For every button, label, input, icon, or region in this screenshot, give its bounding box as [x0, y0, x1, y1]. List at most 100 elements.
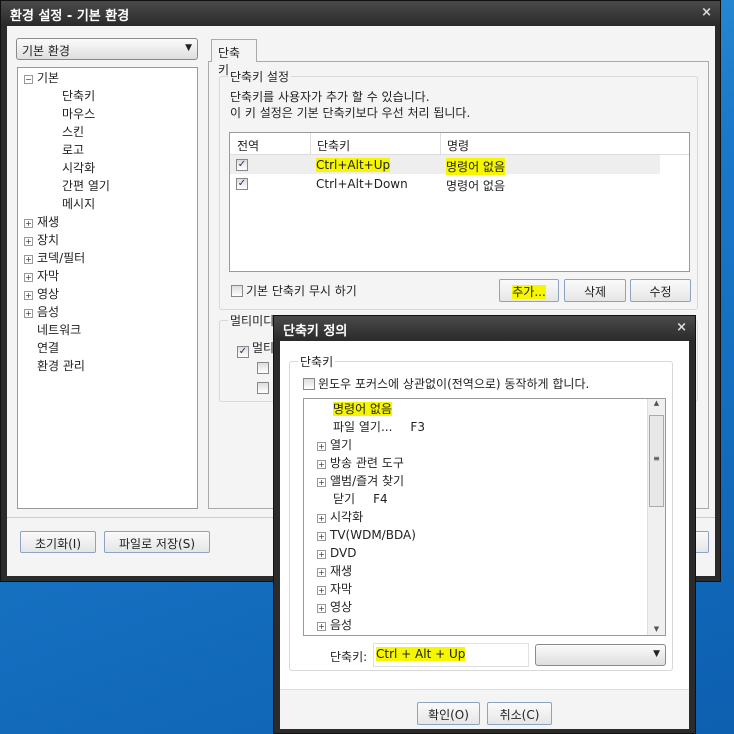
category-select[interactable]: 기본 환경 ▼: [16, 38, 198, 60]
tree-item[interactable]: 네트워크: [24, 321, 191, 339]
command-item[interactable]: + 음성: [308, 616, 661, 634]
tree-item[interactable]: + 재생: [24, 213, 191, 231]
tree-subitem[interactable]: 스킨: [24, 123, 191, 141]
command-item[interactable]: 닫기 F4: [308, 490, 661, 508]
tab-shortcuts[interactable]: 단축키: [211, 39, 257, 77]
scroll-down-icon[interactable]: ▼: [648, 625, 665, 633]
command-label: 파일 열기...: [333, 420, 393, 434]
cancel-button[interactable]: 취소(C): [487, 702, 552, 725]
expand-icon[interactable]: +: [24, 219, 33, 228]
command-item[interactable]: + 영상: [308, 598, 661, 616]
settings-tree[interactable]: − 기본 단축키 마우스 스킨 로고 시각화 간편 열기 메시지 + 재생 + 장치 + 코덱/필터 + 자막 +…: [17, 67, 198, 509]
expand-icon[interactable]: +: [317, 532, 326, 541]
tree-item[interactable]: 연결: [24, 339, 191, 357]
tree-item[interactable]: 환경 관리: [24, 357, 191, 375]
collapse-icon[interactable]: −: [24, 75, 33, 84]
command-item[interactable]: + 방송 관련 도구: [308, 454, 661, 472]
shortcut-combo[interactable]: ▼: [535, 644, 666, 666]
tree-item[interactable]: + 자막: [24, 267, 191, 285]
expand-icon[interactable]: +: [24, 255, 33, 264]
command-item[interactable]: 파일 열기... F3: [308, 418, 661, 436]
expand-icon[interactable]: +: [317, 604, 326, 613]
expand-icon[interactable]: +: [317, 622, 326, 631]
edit-button[interactable]: 수정: [630, 279, 691, 302]
close-icon[interactable]: ×: [701, 5, 712, 20]
shortcut-input[interactable]: Ctrl + Alt + Up: [373, 643, 529, 667]
command-item[interactable]: + 자막: [308, 580, 661, 598]
tree-item-label: 재생: [37, 215, 60, 229]
close-icon[interactable]: ×: [676, 320, 687, 335]
tree-subitem[interactable]: 로고: [24, 141, 191, 159]
scrollbar[interactable]: ▲ ≡ ▼: [647, 399, 665, 635]
delete-button[interactable]: 삭제: [564, 279, 626, 302]
title-bar: 환경 설정 - 기본 환경 ×: [1, 1, 720, 26]
expand-icon[interactable]: +: [317, 460, 326, 469]
checkbox-icon: [231, 285, 243, 297]
tree-item-label: 연결: [37, 341, 60, 355]
command-item[interactable]: + TV(WDM/BDA): [308, 526, 661, 544]
command-item[interactable]: + 재생: [308, 562, 661, 580]
tree-item[interactable]: + 장치: [24, 231, 191, 249]
global-checkbox[interactable]: ✓: [236, 159, 248, 171]
scroll-up-icon[interactable]: ▲: [648, 399, 665, 407]
add-label: 추가...: [512, 285, 546, 299]
col-shortcut[interactable]: 단축키: [310, 133, 356, 155]
expand-icon[interactable]: +: [24, 291, 33, 300]
tree-item[interactable]: + 코덱/필터: [24, 249, 191, 267]
shortcut-define-dialog: 단축키 정의 × 단축키 윈도우 포커스에 상관없이(전역으로) 동작하게 합니다…: [273, 315, 696, 734]
dialog-title-bar: 단축키 정의 ×: [274, 316, 695, 341]
expand-icon[interactable]: +: [317, 478, 326, 487]
command-item[interactable]: + DVD: [308, 544, 661, 562]
tree-subitem[interactable]: 마우스: [24, 105, 191, 123]
tree-item[interactable]: + 영상: [24, 285, 191, 303]
reset-button[interactable]: 초기화(I): [20, 531, 96, 553]
tree-item[interactable]: + 음성: [24, 303, 191, 321]
col-global[interactable]: 전역: [237, 137, 259, 154]
checkbox-icon: ✓: [237, 346, 249, 358]
expand-icon[interactable]: +: [317, 514, 326, 523]
expand-icon[interactable]: +: [317, 550, 326, 559]
command-label: 앨범/즐겨 찾기: [330, 474, 405, 488]
expand-icon[interactable]: +: [24, 237, 33, 246]
ignore-default-checkbox[interactable]: 기본 단축키 무시 하기: [231, 282, 357, 299]
command-item[interactable]: + 시각화: [308, 508, 661, 526]
add-button[interactable]: 추가...: [499, 279, 559, 302]
shortcut-value: Ctrl + Alt + Up: [376, 647, 466, 661]
table-row[interactable]: ✓ Ctrl+Alt+Down 명령어 없음: [230, 174, 689, 193]
ok-button[interactable]: 확인(O): [417, 702, 480, 725]
expand-icon[interactable]: +: [24, 309, 33, 318]
scroll-thumb[interactable]: ≡: [649, 415, 664, 507]
tree-item[interactable]: − 기본: [24, 69, 191, 87]
expand-icon[interactable]: +: [24, 273, 33, 282]
tree-subitem[interactable]: 단축키: [24, 87, 191, 105]
tree-subitem[interactable]: 메시지: [24, 195, 191, 213]
command-item[interactable]: 명령어 없음: [308, 400, 661, 418]
command-item[interactable]: + 앨범/즐겨 찾기: [308, 472, 661, 490]
tree-item-label: 환경 관리: [37, 359, 85, 373]
sub-checkbox-2[interactable]: [257, 382, 269, 394]
command-key: F4: [373, 492, 388, 506]
expand-icon[interactable]: +: [317, 568, 326, 577]
expand-icon[interactable]: +: [317, 442, 326, 451]
checkbox-icon: [303, 378, 315, 390]
command-key: F3: [410, 420, 425, 434]
multimedia-checkbox[interactable]: ✓ 멀티: [237, 339, 274, 358]
global-checkbox[interactable]: 윈도우 포커스에 상관없이(전역으로) 동작하게 합니다.: [303, 375, 589, 392]
description: 단축키를 사용자가 추가 할 수 있습니다. 이 키 설정은 기본 단축키보다 우…: [230, 89, 470, 121]
command-tree[interactable]: 명령어 없음 파일 열기... F3 + 열기 + 방송 관련 도구 + 앨범/즐겨 찾기 닫기 F…: [303, 398, 666, 636]
dialog-title: 단축키 정의: [283, 324, 348, 339]
tree-subitem[interactable]: 간편 열기: [24, 177, 191, 195]
category-select-value: 기본 환경: [22, 44, 70, 58]
table-row[interactable]: ✓ Ctrl+Alt+Up 명령어 없음: [230, 155, 660, 175]
tree-item-label: 영상: [37, 287, 60, 301]
shortcut-label: 단축키:: [330, 650, 368, 664]
command-item[interactable]: + 열기: [308, 436, 661, 454]
tree-item-label: 코덱/필터: [37, 251, 86, 265]
global-checkbox[interactable]: ✓: [236, 178, 248, 190]
command-label: 재생: [330, 564, 353, 578]
tree-subitem[interactable]: 시각화: [24, 159, 191, 177]
sub-checkbox-1[interactable]: [257, 362, 269, 374]
expand-icon[interactable]: +: [317, 586, 326, 595]
col-command[interactable]: 명령: [440, 133, 475, 155]
save-file-button[interactable]: 파일로 저장(S): [104, 531, 210, 553]
